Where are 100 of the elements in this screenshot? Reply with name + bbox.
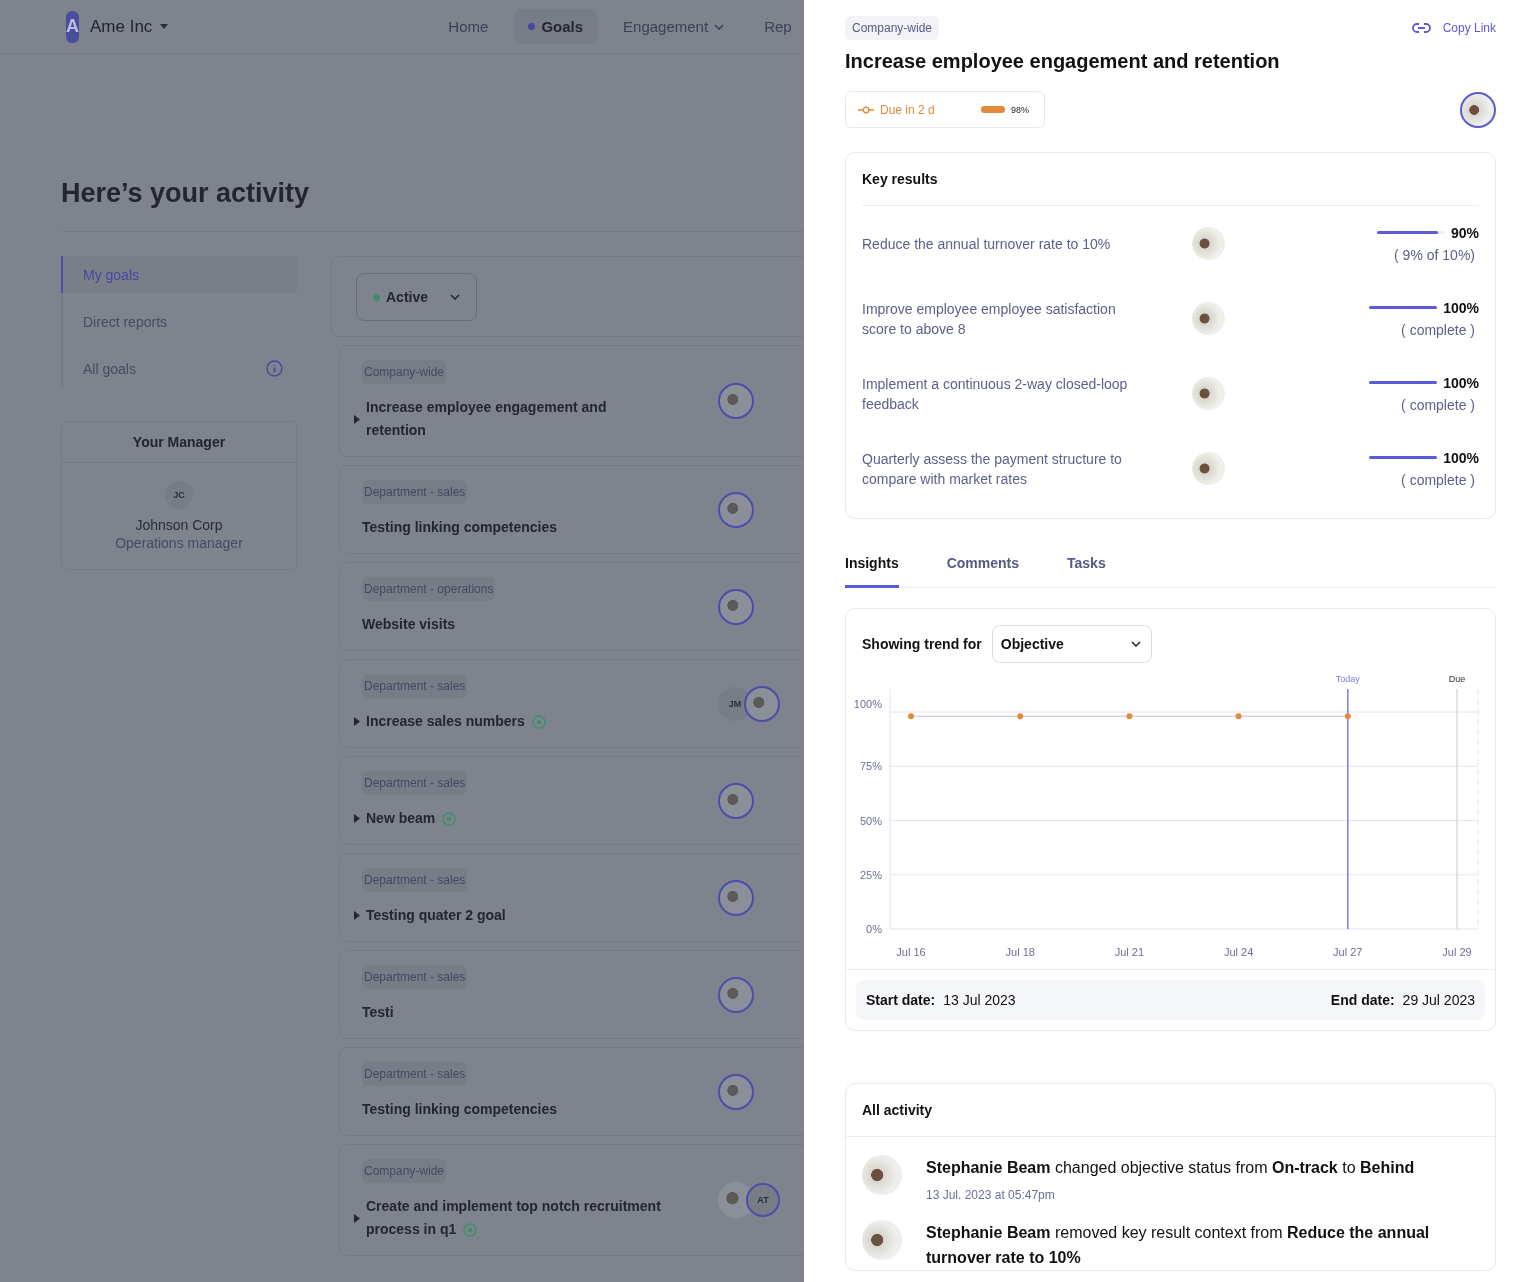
- key-result-title: Improve employee employee satisfaction score to above 8: [862, 299, 1117, 339]
- axis-label: 100%: [853, 698, 882, 710]
- card-title: Key results: [862, 171, 1479, 206]
- avatar-photo: [1192, 227, 1225, 260]
- data-point: [908, 713, 914, 720]
- tab[interactable]: Comments: [946, 549, 1020, 588]
- marker-label: Today: [1335, 674, 1360, 684]
- goal-title: Website visits: [362, 615, 456, 634]
- avatar-photo: [718, 782, 754, 819]
- progress-bar: [1369, 456, 1438, 459]
- avatar-photo: [1192, 377, 1225, 410]
- dot-icon: [528, 23, 536, 30]
- goal-title: Testing quater 2 goal: [366, 906, 506, 925]
- progress-note: ( complete ): [1401, 321, 1475, 338]
- goal-title: Testing linking competencies: [362, 1100, 557, 1119]
- axis-label: 75%: [859, 760, 882, 773]
- goal-title: Create and implement top notch recruitment process in q1: [366, 1197, 662, 1239]
- card-title: All activity: [846, 1102, 1495, 1137]
- avatar-photo: [862, 1220, 902, 1260]
- key-result-title: Quarterly assess the payment structure to compare with market rates: [862, 449, 1123, 489]
- avatar-photo: [718, 383, 754, 419]
- data-point: [1126, 713, 1133, 720]
- page-title: Here’s your activity: [61, 178, 311, 209]
- caret-icon: [160, 24, 169, 29]
- tab[interactable]: Insights: [845, 549, 899, 588]
- expand-icon: [354, 717, 360, 726]
- avatar-photo: [1460, 91, 1496, 128]
- axis-label: 25%: [859, 868, 882, 881]
- progress-value: 90%: [1450, 224, 1479, 241]
- goal-title: New beam: [366, 807, 457, 830]
- caret-icon: [714, 23, 725, 30]
- expand-icon: [354, 814, 360, 823]
- avatar-photo: [718, 879, 754, 916]
- axis-label: 50%: [859, 814, 882, 827]
- copy-link[interactable]: Copy Link: [1411, 21, 1496, 35]
- avatar-photo: [744, 685, 780, 722]
- nav-tab[interactable]: Engagement: [609, 9, 739, 44]
- expand-icon: [354, 911, 360, 920]
- caret-icon: [450, 294, 460, 300]
- axis-label: Jul 16: [896, 946, 926, 958]
- target-icon: [531, 715, 546, 729]
- nav-tab[interactable]: Home: [434, 9, 503, 44]
- axis-label: Jul 29: [1442, 946, 1472, 958]
- avatar-photo: [718, 1073, 754, 1110]
- goal-title: Increase employee engagement and retention: [366, 398, 608, 440]
- milestone-icon: [858, 105, 874, 114]
- target-icon: [463, 1223, 478, 1237]
- caret-icon: [1130, 641, 1141, 647]
- data-point: [1344, 713, 1351, 720]
- nav-tab[interactable]: Rep: [750, 9, 804, 44]
- key-result-title: Implement a continuous 2-way closed-loop feedback: [862, 374, 1129, 414]
- target-icon: [442, 812, 457, 826]
- start-date: Start date: 13 Jul 2023: [866, 992, 1016, 1008]
- expand-icon: [354, 1213, 360, 1223]
- avatar-initials: AT: [746, 1183, 780, 1217]
- company-switcher[interactable]: Ame Inc: [90, 16, 169, 37]
- link-icon: [1411, 23, 1431, 33]
- goal-title: Increase employee engagement and retention: [845, 50, 1281, 73]
- progress-bar: [1376, 231, 1445, 234]
- goal-title: Testing linking competencies: [362, 518, 557, 537]
- activity-time: 13 Jul. 2023 at 05:47pm: [926, 1188, 1056, 1202]
- progress-value: 98%: [1011, 104, 1029, 115]
- progress-value: 100%: [1443, 299, 1479, 316]
- avatar-photo: [718, 491, 754, 528]
- progress-value: 100%: [1443, 374, 1479, 391]
- axis-label: Jul 18: [1005, 946, 1035, 958]
- progress-value: 100%: [1443, 449, 1479, 466]
- marker-label: Due: [1448, 674, 1466, 684]
- axis-label: 0%: [866, 923, 882, 935]
- activity-text: Stephanie Beam removed key result context from Reduce the annual turnover rate to 10%: [926, 1223, 1431, 1268]
- progress-note: ( complete ): [1401, 471, 1475, 488]
- progress-bar: [1369, 306, 1438, 309]
- goal-title: Testi: [362, 1003, 394, 1022]
- key-result-title: Reduce the annual turnover rate to 10%: [862, 234, 1112, 254]
- company-logo: A: [66, 10, 79, 43]
- goal-title: Increase sales numbers: [366, 710, 546, 733]
- nav-tab[interactable]: Goals: [514, 9, 598, 44]
- avatar-initials: JC: [165, 481, 193, 509]
- progress-bar: [1369, 381, 1438, 384]
- expand-icon: [354, 414, 360, 424]
- trend-select[interactable]: Objective: [991, 625, 1152, 663]
- tab[interactable]: Tasks: [1067, 549, 1106, 588]
- avatar-photo: [718, 588, 754, 625]
- data-point: [1017, 713, 1024, 720]
- trend-label: Showing trend for: [862, 636, 982, 652]
- status-dropdown[interactable]: Active: [356, 273, 477, 321]
- data-point: [1235, 713, 1242, 720]
- manager-role: Operations manager: [115, 535, 243, 551]
- avatar-photo: [1192, 302, 1225, 335]
- goal-tag: Company-wide: [845, 16, 940, 40]
- manager-name: Johnson Corp: [135, 517, 223, 533]
- info-icon: [266, 360, 283, 377]
- end-date: End date: 29 Jul 2023: [1330, 992, 1475, 1008]
- progress-note: ( 9% of 10%): [1394, 246, 1475, 263]
- card-title: Your Manager: [62, 422, 296, 463]
- avatar-photo: [1192, 452, 1225, 485]
- activity-text: Stephanie Beam changed objective status from On-track to Behind: [926, 1158, 1415, 1178]
- avatar-photo: [718, 976, 754, 1013]
- due-text: Due in 2 d: [880, 102, 936, 117]
- axis-label: Jul 24: [1223, 946, 1254, 958]
